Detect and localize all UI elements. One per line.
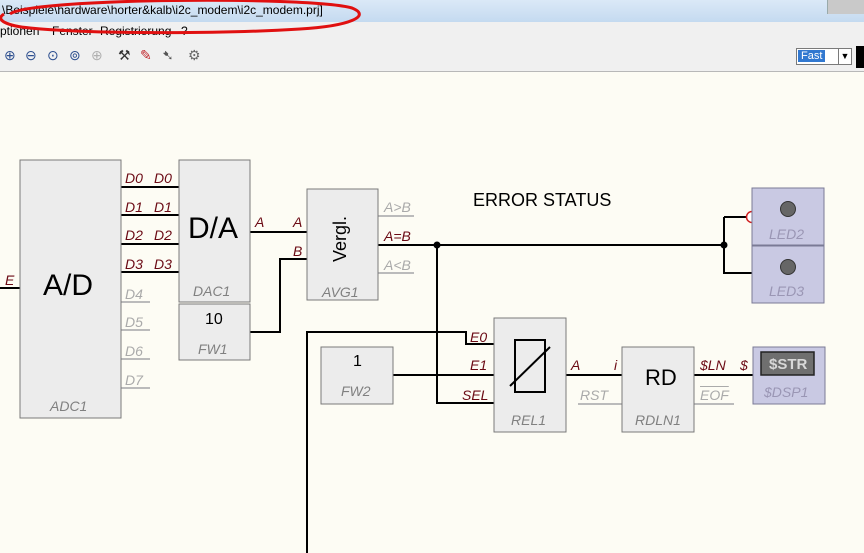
led2-name: LED2 <box>769 226 805 242</box>
rdln-label: RD <box>645 365 677 390</box>
fw2-name: FW2 <box>341 383 371 399</box>
avg-label: Vergl. <box>330 215 350 262</box>
adc-port-d1: D1 <box>125 199 143 215</box>
rdln-port-i: i <box>614 357 618 373</box>
fw1-name: FW1 <box>198 341 228 357</box>
rdln-port-eof: EOF <box>700 387 729 403</box>
chevron-down-icon[interactable]: ▼ <box>838 49 851 64</box>
fw2-value: 1 <box>353 353 362 370</box>
adc-port-d2: D2 <box>125 227 143 243</box>
rdln-port-ln: $LN <box>700 357 726 373</box>
speed-value: Fast <box>798 50 826 62</box>
led3-lamp <box>780 259 796 275</box>
avg-name: AVG1 <box>322 284 359 300</box>
annotation-ellipse <box>0 0 361 35</box>
adc-label: A/D <box>43 269 94 302</box>
avg-port-gt: A>B <box>384 199 411 215</box>
error-status-label: ERROR STATUS <box>473 190 612 210</box>
dac-output-port: A <box>255 214 265 230</box>
avg-port-a: A <box>293 214 303 230</box>
avg-port-b: B <box>293 243 303 259</box>
adc-name: ADC1 <box>50 398 88 414</box>
led2-lamp <box>780 201 796 217</box>
rdln-port-rst: RST <box>580 387 608 403</box>
avg-port-lt: A<B <box>384 257 411 273</box>
fw1-value: 10 <box>205 311 223 328</box>
rel-port-e0: E0 <box>470 329 488 345</box>
rdln-name: RDLN1 <box>635 412 681 428</box>
dac-port-d2: D2 <box>154 227 172 243</box>
adc-input-port: E <box>5 272 15 288</box>
rel-output-port: A <box>571 357 581 373</box>
rel-port-e1: E1 <box>470 357 488 373</box>
dac-port-d1: D1 <box>154 199 172 215</box>
dac-port-d3: D3 <box>154 256 172 272</box>
dsp-name: $DSP1 <box>764 384 809 400</box>
adc-port-d0: D0 <box>125 170 143 186</box>
speed-select[interactable]: Fast ▼ <box>796 48 852 65</box>
dsp-display-text: $STR <box>769 356 808 373</box>
adc-port-d5: D5 <box>125 314 143 330</box>
rel-port-sel: SEL <box>462 387 489 403</box>
adc-port-d6: D6 <box>125 343 143 359</box>
led3-name: LED3 <box>769 283 805 299</box>
avg-port-eq: A=B <box>384 228 411 244</box>
dac-port-d0: D0 <box>154 170 172 186</box>
rel-name: REL1 <box>511 412 547 428</box>
adc-port-d3: D3 <box>125 256 143 272</box>
dsp-input-port: $ <box>740 357 748 373</box>
circuit-canvas[interactable] <box>0 72 864 553</box>
adc-port-d7: D7 <box>125 372 143 388</box>
dac-name: DAC1 <box>193 283 231 299</box>
dac-label: D/A <box>188 212 239 245</box>
adc-port-d4: D4 <box>125 286 143 302</box>
